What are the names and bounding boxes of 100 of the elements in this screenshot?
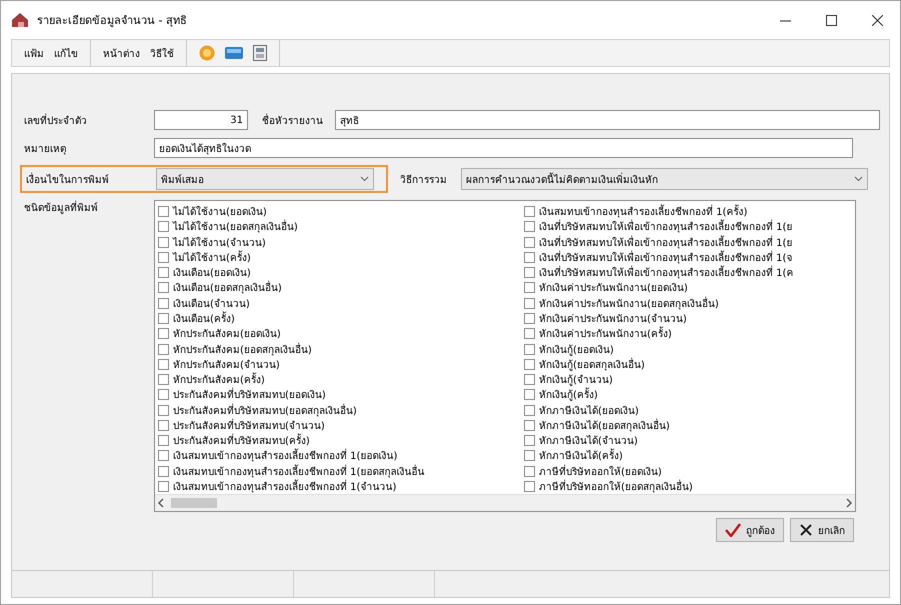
checkbox[interactable] <box>524 328 535 340</box>
checkbox[interactable] <box>524 312 535 324</box>
checkbox-label[interactable]: เงินที่บริษัทสมทบให้เพื่อเข้ากองทุนสำรองเลี้ยงชีพกองที่ 1(จ <box>539 250 792 265</box>
checkbox-label[interactable]: เงินสมทบเข้ากองทุนสำรองเลี้ยงชีพกองที่ 1(ยอดเงิน) <box>173 448 398 464</box>
checkbox-label[interactable]: ภาษีที่บริษัทออกให้(ยอดเงิน) <box>539 464 662 479</box>
maximize-icon[interactable] <box>826 14 836 26</box>
field-label: เงื่อนไขในการพิมพ์ <box>26 172 110 186</box>
checkbox[interactable] <box>524 466 535 477</box>
sun-icon[interactable] <box>199 45 215 61</box>
checkbox-label[interactable]: ประกันสังคมที่บริษัทสมทบ(จำนวน) <box>173 418 325 433</box>
menu-item[interactable]: วิธีใช้ <box>150 46 174 60</box>
checkbox-label[interactable]: เงินเดือน(ยอดเงิน) <box>173 265 251 280</box>
checkbox-label[interactable]: หักเงินค่าประกันพนักงาน(ยอดเงิน) <box>539 280 688 296</box>
checkbox[interactable] <box>524 420 535 431</box>
checkbox-label[interactable]: หักเงินค่าประกันพนักงาน(ยอดสกุลเงินอื่น) <box>539 296 719 311</box>
checkbox[interactable] <box>524 344 535 355</box>
calendar-icon[interactable] <box>253 45 267 61</box>
checkbox-label[interactable]: เงินสมทบเข้ากองทุนสำรองเลี้ยงชีพกองที่ 1(ยอดสกุลเงินอื่น <box>173 464 424 479</box>
close-icon[interactable] <box>872 14 882 26</box>
checkbox-label[interactable]: หักประกันสังคม(ครั้ง) <box>173 372 265 388</box>
checkbox[interactable] <box>524 221 535 232</box>
dropdown[interactable]: ผลการคำนวณงวดนี้ไม่คิดตามเงินเพิ่มเงินหัก <box>461 168 868 190</box>
checkbox-label[interactable]: ไม่ได้ใช้งาน(ครั้ง) <box>173 250 251 265</box>
checkbox[interactable] <box>158 328 169 340</box>
checkbox-label[interactable]: เงินที่บริษัทสมทบให้เพื่อเข้ากองทุนสำรองเลี้ยงชีพกองที่ 1(ย <box>539 234 792 250</box>
checkbox[interactable] <box>158 221 169 232</box>
checkbox[interactable] <box>158 389 169 400</box>
menu-item[interactable]: แฟ้ม <box>24 46 44 60</box>
checkbox[interactable] <box>524 298 535 309</box>
checkbox[interactable] <box>158 480 169 492</box>
checkbox-label[interactable]: หักภาษีเงินได้(ครั้ง) <box>539 448 623 464</box>
checkbox-label[interactable]: เงินเดือน(ครั้ง) <box>173 310 235 326</box>
field-label: วิธีการรวม <box>400 174 447 186</box>
checkbox[interactable] <box>158 298 169 309</box>
checkbox-label[interactable]: หักประกันสังคม(ยอดเงิน) <box>173 326 281 342</box>
checkbox-label[interactable]: หักเงินกู้(ยอดสกุลเงินอื่น) <box>539 356 645 372</box>
checkbox-label[interactable]: ไม่ได้ใช้งาน(ยอดสกุลเงินอื่น) <box>173 219 298 234</box>
checkbox-label[interactable]: หักเงินกู้(ยอดเงิน) <box>539 342 614 357</box>
checkbox[interactable] <box>524 267 535 278</box>
checkbox[interactable] <box>158 404 169 416</box>
checkbox[interactable] <box>158 282 169 294</box>
checkbox-label[interactable]: หักภาษีเงินได้(ยอดเงิน) <box>539 402 639 418</box>
checkbox-label[interactable]: หักภาษีเงินได้(ยอดสกุลเงินอื่น) <box>539 418 670 433</box>
checkbox[interactable] <box>158 466 169 477</box>
checkbox-label[interactable]: เงินที่บริษัทสมทบให้เพื่อเข้ากองทุนสำรองเลี้ยงชีพกองที่ 1(ค <box>539 265 794 280</box>
checkbox[interactable] <box>158 236 169 248</box>
checkbox[interactable] <box>158 267 169 278</box>
checkbox[interactable] <box>524 236 535 248</box>
checkbox[interactable] <box>158 374 169 386</box>
checkbox[interactable] <box>524 282 535 294</box>
checkbox[interactable] <box>158 420 169 431</box>
input-field[interactable]: สุทธิ <box>335 110 880 130</box>
horizontal-scrollbar[interactable] <box>155 494 855 511</box>
checkbox-label[interactable]: ภาษีที่บริษัทออกให้(ยอดสกุลเงินอื่น) <box>539 478 693 494</box>
checkbox-label[interactable]: ประกันสังคมที่บริษัทสมทบ(ยอดเงิน) <box>173 387 326 402</box>
checkbox[interactable] <box>158 358 169 370</box>
input-field[interactable]: ยอดเงินได้สุทธิในงวด <box>154 138 853 158</box>
checkbox[interactable] <box>158 344 169 355</box>
checkbox[interactable] <box>524 374 535 386</box>
caret-icon <box>360 176 369 182</box>
checkbox-label[interactable]: หักภาษีเงินได้(จำนวน) <box>539 433 638 448</box>
checkbox-label[interactable]: หักประกันสังคม(จำนวน) <box>173 356 280 372</box>
field-label: ชนิดข้อมูลที่พิมพ์ <box>24 200 154 512</box>
checkbox[interactable] <box>158 450 169 462</box>
scrollbar-thumb[interactable] <box>171 498 217 508</box>
checkbox[interactable] <box>524 450 535 462</box>
menu-item[interactable]: แก้ไข <box>54 46 78 60</box>
checkbox-label[interactable]: เงินเดือน(ยอดสกุลเงินอื่น) <box>173 280 282 296</box>
checkbox-label[interactable]: หักเงินค่าประกันพนักงาน(ครั้ง) <box>539 326 672 342</box>
checkbox[interactable] <box>524 480 535 492</box>
checkbox-label[interactable]: หักประกันสังคม(ยอดสกุลเงินอื่น) <box>173 342 312 357</box>
checkbox-label[interactable]: หักเงินค่าประกันพนักงาน(จำนวน) <box>539 310 687 326</box>
checkbox[interactable] <box>524 252 535 263</box>
checkbox[interactable] <box>524 206 535 218</box>
checkbox-label[interactable]: ประกันสังคมที่บริษัทสมทบ(ครั้ง) <box>173 433 310 448</box>
checkbox[interactable] <box>158 312 169 324</box>
checkbox[interactable] <box>158 435 169 446</box>
checkbox[interactable] <box>524 435 535 446</box>
checkbox-label[interactable]: เงินสมทบเข้ากองทุนสำรองเลี้ยงชีพกองที่ 1(จำนวน) <box>173 478 396 494</box>
dropdown[interactable]: พิมพ์เสมอ <box>156 168 374 190</box>
input-field[interactable]: 31 <box>154 110 248 130</box>
ok-button[interactable]: ถูกต้อง <box>716 518 784 542</box>
menu-item[interactable]: หน้าต่าง <box>103 46 140 60</box>
checkbox-label[interactable]: เงินสมทบเข้ากองทุนสำรองเลี้ยงชีพกองที่ 1(ครั้ง) <box>539 204 748 220</box>
checkbox-label[interactable]: ประกันสังคมที่บริษัทสมทบ(ยอดสกุลเงินอื่น) <box>173 402 357 418</box>
field-label: ชื่อหัวรายงาน <box>262 112 323 128</box>
window-icon[interactable] <box>225 46 243 60</box>
checkbox-label[interactable]: หักเงินกู้(ครั้ง) <box>539 387 598 402</box>
checkbox-label[interactable]: ไม่ได้ใช้งาน(จำนวน) <box>173 234 266 250</box>
checkbox[interactable] <box>524 404 535 416</box>
checkmark-icon <box>725 523 741 537</box>
checkbox[interactable] <box>158 206 169 218</box>
checkbox-label[interactable]: ไม่ได้ใช้งาน(ยอดเงิน) <box>173 204 267 220</box>
checkbox-label[interactable]: เงินที่บริษัทสมทบให้เพื่อเข้ากองทุนสำรองเลี้ยงชีพกองที่ 1(ย <box>539 219 792 234</box>
checkbox[interactable] <box>524 358 535 370</box>
checkbox[interactable] <box>524 389 535 400</box>
checkbox[interactable] <box>158 252 169 263</box>
checkbox-label[interactable]: หักเงินกู้(จำนวน) <box>539 372 613 388</box>
cancel-button[interactable]: ยกเลิก <box>790 518 854 542</box>
checkbox-label[interactable]: เงินเดือน(จำนวน) <box>173 296 250 311</box>
